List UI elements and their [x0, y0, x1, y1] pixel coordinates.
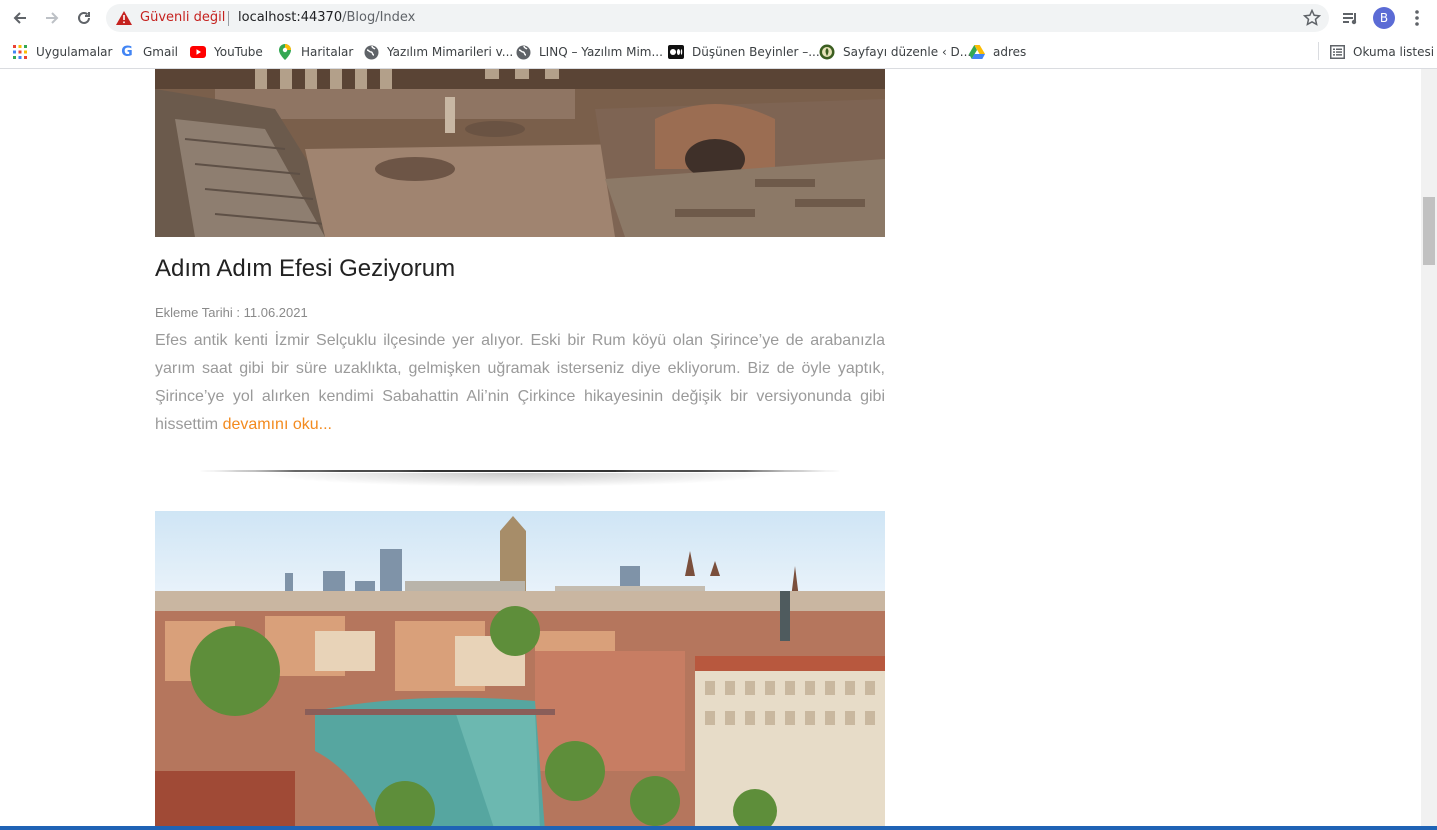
reload-icon [78, 11, 90, 24]
bookmark-label: Yazılım Mimarileri v... [387, 45, 514, 59]
post-divider [200, 470, 840, 472]
scrollbar-thumb[interactable] [1423, 197, 1435, 265]
post-excerpt: Efes antik kenti İzmir Selçuklu ilçesind… [155, 327, 885, 439]
apps-grid-icon [12, 44, 28, 60]
bookmark-youtube[interactable]: YouTube [190, 42, 263, 62]
globe-icon [515, 44, 531, 60]
bookmark-star-icon[interactable] [1303, 9, 1321, 27]
google-icon: G [121, 44, 133, 60]
bookmark-apps[interactable]: Uygulamalar [12, 42, 112, 62]
bookmark-adres[interactable]: adres [969, 42, 1026, 62]
bookmark-label: Sayfayı düzenle ‹ D... [843, 45, 972, 59]
bookmark-label: adres [993, 45, 1027, 59]
post-image-ephesus-ruins[interactable] [155, 69, 885, 237]
profile-avatar[interactable]: B [1373, 7, 1395, 29]
url-host: localhost:44370 [238, 10, 343, 25]
arrow-left-icon [13, 12, 26, 24]
bookmark-label: LINQ – Yazılım Mim... [539, 45, 663, 59]
reload-button[interactable] [72, 6, 96, 30]
globe-icon [363, 44, 379, 60]
bookmark-maps[interactable]: Haritalar [277, 42, 353, 62]
bookmark-label: Düşünen Beyinler –... [692, 45, 820, 59]
playlist-icon [1343, 13, 1357, 25]
site-logo-icon [819, 44, 835, 60]
arrow-right-icon [46, 12, 59, 24]
read-more-link[interactable]: devamını oku... [223, 416, 332, 433]
bookmark-sayfayi-duzenle[interactable]: Sayfayı düzenle ‹ D... [819, 42, 971, 62]
url-path: /Blog/Index [342, 10, 416, 25]
bookmark-label: Uygulamalar [36, 45, 113, 59]
reading-list-button[interactable]: Okuma listesi [1329, 42, 1434, 62]
bookmark-label: Haritalar [301, 45, 354, 59]
post-image-city[interactable] [155, 511, 885, 826]
maps-pin-icon [277, 44, 293, 60]
more-vert-icon [1415, 10, 1419, 26]
reading-list-icon [1329, 44, 1345, 60]
page-scrollbar[interactable] [1421, 69, 1437, 826]
omnibox-separator [228, 11, 229, 26]
bookmark-label: Gmail [143, 45, 179, 59]
forward-button[interactable] [40, 6, 64, 30]
warning-triangle-icon [116, 11, 132, 25]
drive-icon [969, 44, 985, 60]
post-divider-shadow [260, 473, 780, 487]
city-photo [155, 511, 885, 826]
media-control-button[interactable] [1339, 6, 1363, 30]
browser-toolbar: Güvenli değil localhost:44370/Blog/Index… [0, 0, 1437, 36]
page-viewport: Adım Adım Efesi Geziyorum Ekleme Tarihi … [0, 69, 1421, 826]
post-date: Ekleme Tarihi : 11.06.2021 [155, 305, 308, 320]
security-status-label[interactable]: Güvenli değil [140, 10, 225, 25]
bookmark-yazilim-mimarileri[interactable]: Yazılım Mimarileri v... [363, 42, 513, 62]
url-text[interactable]: localhost:44370/Blog/Index [238, 10, 415, 25]
address-bar[interactable]: Güvenli değil localhost:44370/Blog/Index [106, 4, 1329, 32]
bookmarks-bar: Uygulamalar G Gmail YouTube Haritalar Ya… [0, 36, 1437, 69]
medium-icon [668, 44, 684, 60]
bookmark-gmail[interactable]: G Gmail [119, 42, 178, 62]
bookmark-linq[interactable]: LINQ – Yazılım Mim... [515, 42, 663, 62]
post-title[interactable]: Adım Adım Efesi Geziyorum [155, 255, 455, 283]
browser-menu-button[interactable] [1405, 6, 1429, 30]
reading-list-label: Okuma listesi [1353, 45, 1435, 59]
back-button[interactable] [8, 6, 32, 30]
youtube-icon [190, 44, 206, 60]
os-taskbar-edge [0, 826, 1437, 830]
bookmark-dusunen-beyinler[interactable]: Düşünen Beyinler –... [668, 42, 820, 62]
bookmarks-separator [1318, 42, 1319, 60]
ruins-photo [155, 69, 885, 237]
bookmark-label: YouTube [214, 45, 263, 59]
